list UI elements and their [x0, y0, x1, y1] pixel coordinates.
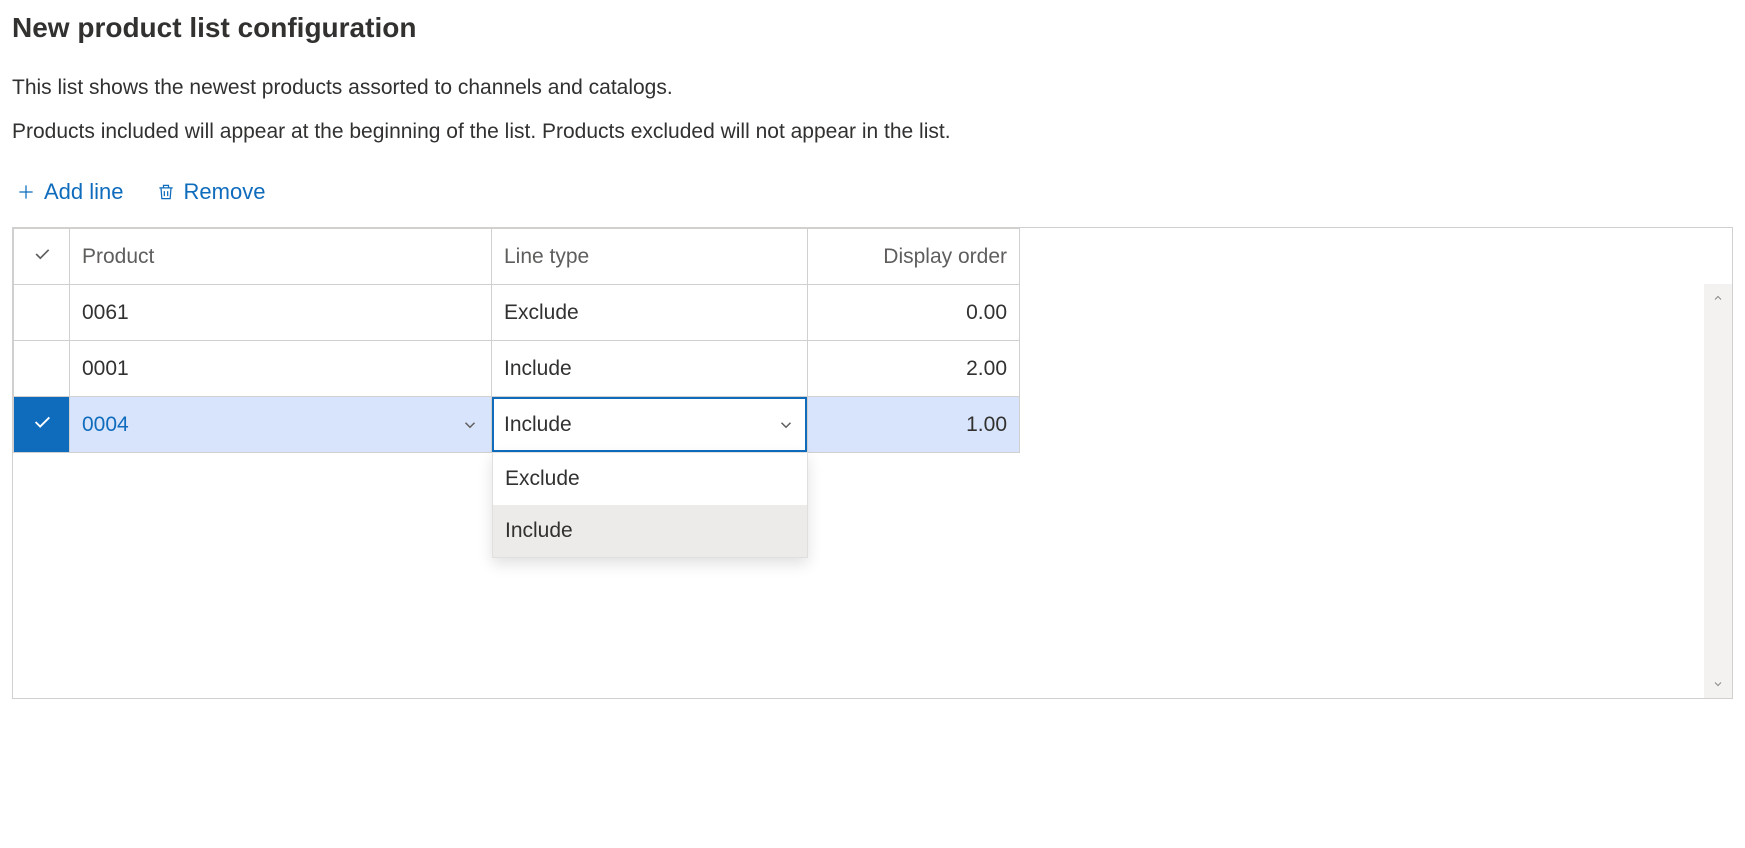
- line-type-select[interactable]: Include: [492, 397, 807, 452]
- trash-icon: [156, 182, 176, 202]
- add-line-button[interactable]: Add line: [12, 175, 128, 209]
- add-line-label: Add line: [44, 179, 124, 205]
- page-title: New product list configuration: [12, 12, 1733, 44]
- toolbar: Add line Remove: [12, 175, 1733, 209]
- cell-display-order[interactable]: 0.00: [808, 285, 1020, 341]
- vertical-scrollbar[interactable]: [1704, 284, 1732, 698]
- chevron-down-icon: [1712, 678, 1724, 690]
- scroll-up-button[interactable]: [1704, 284, 1732, 312]
- cell-line-type[interactable]: Include: [492, 341, 808, 397]
- row-checkbox[interactable]: [14, 285, 70, 341]
- grid-wrapper: Product Line type Display order 0061 Exc…: [12, 227, 1733, 699]
- plus-icon: [16, 182, 36, 202]
- check-icon: [31, 411, 53, 433]
- cell-line-type[interactable]: Exclude: [492, 285, 808, 341]
- dropdown-option-exclude[interactable]: Exclude: [493, 453, 807, 505]
- description-line-2: Products included will appear at the beg…: [12, 116, 1733, 148]
- dropdown-option-include[interactable]: Include: [493, 505, 807, 557]
- cell-product[interactable]: 0004: [70, 397, 492, 453]
- cell-line-type[interactable]: Include Exclude Include: [492, 397, 808, 453]
- table-row[interactable]: 0001 Include 2.00: [14, 341, 1020, 397]
- row-checkbox[interactable]: [14, 341, 70, 397]
- col-header-line-type[interactable]: Line type: [492, 229, 808, 285]
- cell-product-value: 0004: [82, 413, 129, 437]
- table-row[interactable]: 0004 Include Exclude Include 1.00: [14, 397, 1020, 453]
- check-all-header[interactable]: [14, 229, 70, 285]
- col-header-display-order[interactable]: Display order: [808, 229, 1020, 285]
- remove-label: Remove: [184, 179, 266, 205]
- table-row[interactable]: 0061 Exclude 0.00: [14, 285, 1020, 341]
- description-line-1: This list shows the newest products asso…: [12, 72, 1733, 104]
- cell-product[interactable]: 0061: [70, 285, 492, 341]
- col-header-product[interactable]: Product: [70, 229, 492, 285]
- cell-product[interactable]: 0001: [70, 341, 492, 397]
- line-type-dropdown: Exclude Include: [492, 452, 808, 558]
- line-type-value: Include: [504, 413, 572, 437]
- product-table: Product Line type Display order 0061 Exc…: [13, 228, 1020, 453]
- cell-display-order[interactable]: 1.00: [808, 397, 1020, 453]
- chevron-down-icon[interactable]: [461, 416, 479, 434]
- scroll-down-button[interactable]: [1704, 670, 1732, 698]
- cell-display-order[interactable]: 2.00: [808, 341, 1020, 397]
- check-icon: [32, 244, 52, 264]
- row-checkbox[interactable]: [14, 397, 70, 453]
- chevron-down-icon[interactable]: [777, 416, 795, 434]
- remove-button[interactable]: Remove: [152, 175, 270, 209]
- chevron-up-icon: [1712, 292, 1724, 304]
